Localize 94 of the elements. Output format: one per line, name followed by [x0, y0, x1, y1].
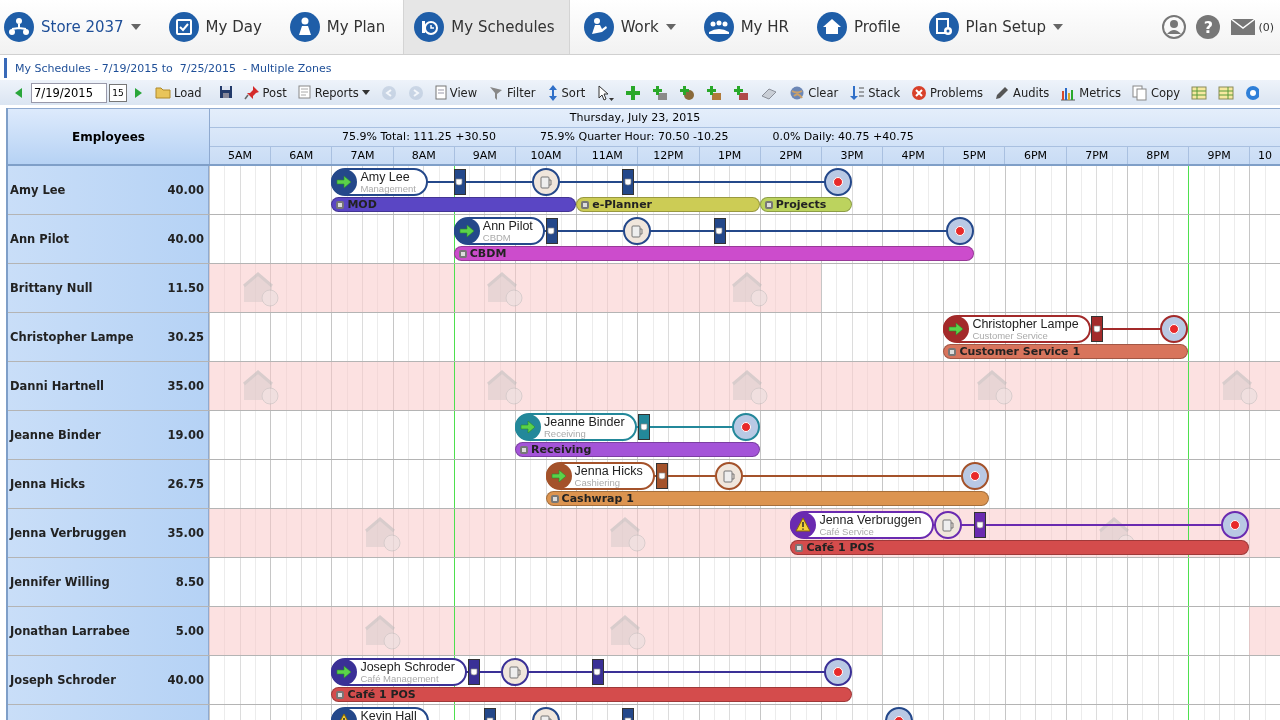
task-bar: Projects — [759, 197, 852, 212]
column-header: Employees — [8, 109, 210, 164]
employee-name: Ann Pilot — [10, 232, 69, 246]
hour-label: 10 — [1257, 148, 1274, 164]
toolbar-button[interactable]: Problems — [906, 81, 990, 104]
task-bar: CBDM — [453, 246, 974, 261]
employee-name: Kevin Hall — [360, 710, 417, 720]
scheduled-hours: 8.50 — [175, 575, 204, 589]
date-header: Thursday, July 23, 2015 — [569, 110, 701, 126]
task-bar: Café 1 POS — [331, 687, 852, 702]
nav-tab[interactable]: My Day — [158, 0, 276, 54]
mail-button[interactable]: (0) — [1230, 18, 1274, 36]
employee-name: Jenna Verbruggen — [10, 526, 127, 540]
nav-tab[interactable]: My Plan — [279, 0, 400, 54]
employee-name: Jonathan Larrabee — [10, 624, 130, 638]
breadcrumb-title: My Schedules - 7/19/2015 to 7/25/2015 - Multiple Zones — [15, 61, 332, 75]
hour-label: 2PM — [760, 147, 822, 164]
employee-name: Danni Hartnell — [10, 379, 105, 393]
toolbar-button[interactable]: Post — [238, 81, 293, 104]
hour-label: 3PM — [821, 147, 884, 164]
role-label: Cashiering — [574, 477, 621, 488]
scheduled-hours: 40.00 — [167, 232, 204, 246]
role-label: Receiving — [544, 428, 587, 439]
hour-label: 6PM — [1005, 147, 1067, 164]
scheduled-hours: 19.00 — [167, 428, 204, 442]
hour-label: 7PM — [1066, 147, 1128, 164]
hour-label: 7AM — [332, 147, 394, 164]
hour-label: 4PM — [883, 147, 945, 164]
hour-label: 5PM — [944, 147, 1006, 164]
scheduled-hours: 40.00 — [167, 673, 204, 687]
nav-tab[interactable]: Work — [573, 0, 690, 54]
employee-name: Joseph Schroder — [10, 673, 116, 687]
employee-name: Jenna Hicks — [574, 465, 643, 477]
hour-label: 11AM — [577, 147, 639, 164]
employee-name: Jenna Hicks — [10, 477, 86, 491]
employee-name: Jeanne Binder — [544, 416, 625, 428]
employee-name: Jennifer Willing — [10, 575, 110, 589]
toolbar-button[interactable]: Stack — [844, 81, 907, 104]
task-bar: Cashwrap 1 — [545, 491, 990, 506]
nav-tab[interactable]: My HR — [693, 0, 803, 54]
task-bar: MOD — [331, 197, 577, 212]
hour-label: 1PM — [699, 147, 761, 164]
role-label: Customer Service — [972, 330, 1048, 341]
toolbar-button[interactable]: Copy — [1127, 81, 1187, 104]
help-button[interactable]: ? — [1196, 15, 1221, 39]
employee-name: Ann Pilot — [482, 220, 533, 232]
nav-tab[interactable]: Profile — [806, 0, 915, 54]
scheduled-hours: 35.00 — [167, 526, 204, 540]
date-field[interactable]: 7/19/2015 — [31, 82, 107, 103]
hour-label: 5AM — [210, 147, 272, 164]
stat-summary: 75.9% Total: 111.25 +30.50 — [342, 129, 497, 145]
toolbar-button[interactable]: Load — [150, 81, 208, 104]
toolbar-button[interactable]: Metrics — [1055, 81, 1127, 104]
nav-tab[interactable]: Store 2037 — [0, 0, 155, 54]
employee-name: Jenna Verbruggen — [819, 514, 922, 526]
hour-label: 12PM — [638, 147, 700, 164]
employee-name: Christopher Lampe — [972, 318, 1079, 330]
scheduled-hours: 40.00 — [167, 183, 204, 197]
toolbar-button[interactable]: Sort — [541, 81, 592, 104]
employee-name: Jeanne Binder — [10, 428, 101, 442]
nav-tab[interactable]: Plan Setup — [918, 0, 1077, 54]
calendar-button[interactable]: 15 — [109, 83, 127, 102]
nav-tab[interactable]: My Schedules — [403, 0, 570, 54]
toolbar-button[interactable]: View — [429, 81, 484, 104]
toolbar-button[interactable]: Audits — [989, 81, 1056, 104]
toolbar-button[interactable]: Filter — [483, 81, 542, 104]
employee-name: Amy Lee — [10, 183, 66, 197]
toolbar-button[interactable]: Reports — [292, 81, 376, 104]
hour-label: 6AM — [271, 147, 333, 164]
role-label: Management — [360, 183, 416, 194]
stat-summary: 0.0% Daily: 40.75 +40.75 — [772, 129, 914, 145]
task-bar: Customer Service 1 — [943, 344, 1189, 359]
scheduled-hours: 5.00 — [175, 624, 204, 638]
employee-name: Brittany Null — [10, 281, 93, 295]
scheduled-hours: 30.25 — [167, 330, 204, 344]
employee-name: Joseph Schroder — [360, 661, 455, 673]
hour-label: 9AM — [454, 147, 516, 164]
role-label: Café Management — [360, 673, 440, 684]
task-bar: Receiving — [515, 442, 760, 457]
role-label: Café Service — [819, 526, 874, 537]
task-bar: Café 1 POS — [790, 540, 1250, 555]
stat-summary: 75.9% Quarter Hour: 70.50 -10.25 — [540, 129, 729, 145]
hour-label: 9PM — [1189, 147, 1251, 164]
scheduled-hours: 35.00 — [167, 379, 204, 393]
hour-label: 10AM — [515, 147, 578, 164]
scheduled-hours: 26.75 — [167, 477, 204, 491]
role-label: CBDM — [482, 232, 512, 243]
hour-label: 8AM — [393, 147, 455, 164]
task-bar: e-Planner — [576, 197, 760, 212]
hour-label: 8PM — [1127, 147, 1189, 164]
scheduled-hours: 11.50 — [167, 281, 204, 295]
employee-name: Amy Lee — [360, 171, 411, 183]
employee-name: Christopher Lampe — [10, 330, 134, 344]
toolbar-button[interactable]: Clear — [784, 81, 845, 104]
